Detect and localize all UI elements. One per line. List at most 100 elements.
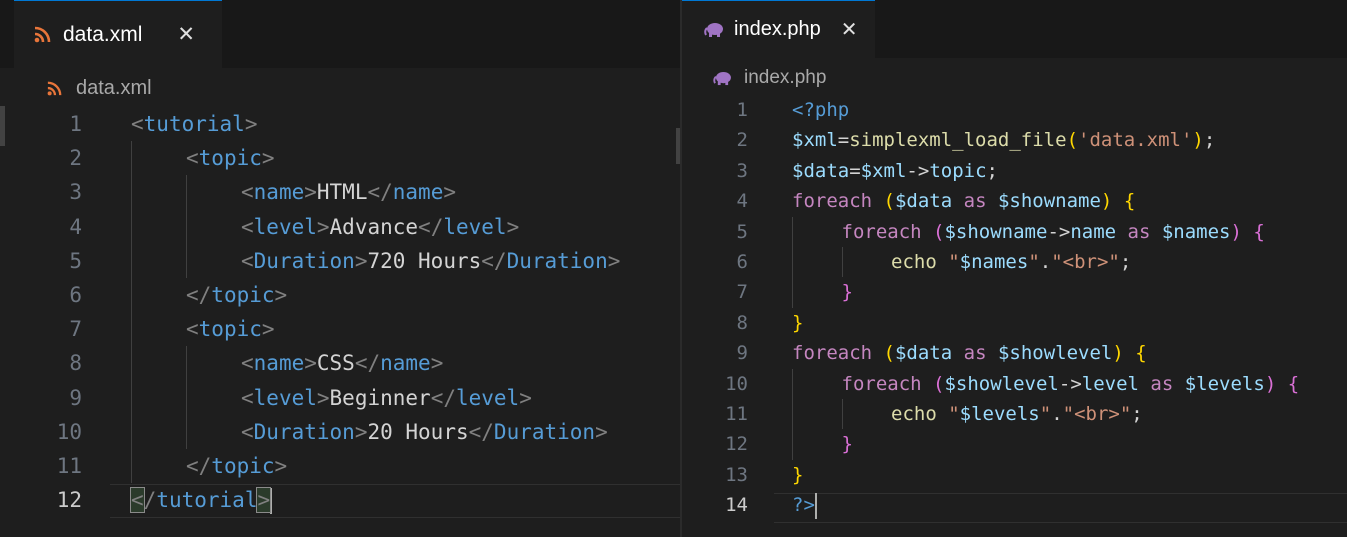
code-token: Advance	[329, 214, 419, 239]
code-line[interactable]: 11 echo "$levels"."<br>";	[682, 399, 1347, 430]
code-line[interactable]: 1 <tutorial>	[0, 107, 680, 141]
rss-icon	[34, 26, 51, 43]
code-line[interactable]: 14 ?>	[682, 490, 1347, 520]
code-line[interactable]: 6 echo "$names"."<br>";	[682, 247, 1347, 278]
code-token: as	[952, 190, 998, 213]
code-token: </	[468, 419, 494, 444]
code-token: tutorial	[143, 112, 245, 136]
line-number: 5	[736, 220, 748, 243]
indent-guide	[131, 175, 132, 210]
code-token: $data	[792, 159, 850, 182]
breadcrumb[interactable]: index.php	[713, 66, 826, 90]
code-line[interactable]: 4 <level>Advance</level>	[0, 209, 680, 244]
code-line[interactable]: 12 </tutorial>	[0, 483, 680, 517]
code-token: ;	[1203, 129, 1216, 152]
code-text: $xml=simplexml_load_file('data.xml');	[792, 125, 1215, 155]
code-token: $names	[959, 251, 1029, 273]
close-icon[interactable]: ✕	[841, 17, 858, 42]
code-token: echo	[891, 251, 937, 273]
code-line[interactable]: 9 foreach ($data as $showlevel) {	[682, 338, 1347, 368]
code-token: topic	[198, 146, 262, 171]
indent-guide	[131, 312, 132, 347]
code-token: >	[274, 454, 288, 478]
code-line[interactable]: 4 foreach ($data as $showname) {	[682, 186, 1347, 216]
breadcrumb-label: data.xml	[76, 76, 152, 99]
code-text: </tutorial>	[130, 483, 273, 517]
code-token: >	[261, 146, 275, 171]
indent-guide	[792, 216, 793, 247]
code-token: >	[256, 487, 272, 514]
code-line[interactable]: 10 <Duration>20 Hours</Duration>	[0, 414, 680, 449]
tab-data-xml[interactable]: data.xml ✕	[14, 0, 222, 68]
code-token: .	[1051, 403, 1063, 425]
code-line[interactable]: 6 </topic>	[0, 278, 680, 313]
code-token: <	[241, 180, 254, 205]
code-line[interactable]: 7 <topic>	[0, 312, 680, 347]
code-line[interactable]: 2 <topic>	[0, 141, 680, 176]
code-line[interactable]: 7}	[682, 277, 1347, 308]
tab-label: data.xml	[63, 22, 143, 46]
code-line[interactable]: 3 $data=$xml->topic;	[682, 156, 1347, 186]
code-token: topic	[211, 283, 275, 307]
code-line[interactable]: 8 <name>CSS</name>	[0, 346, 680, 381]
code-text: ?>	[792, 490, 817, 520]
breadcrumb[interactable]: data.xml	[47, 76, 152, 100]
code-token: level	[253, 214, 317, 239]
line-number: 2	[69, 146, 82, 171]
code-token: (	[1066, 129, 1079, 152]
editor-group-right: index.php ✕ index.php 1 <?php 2 $xml=simple…	[682, 0, 1347, 537]
code-token: "<br>"	[1062, 403, 1132, 425]
code-line[interactable]: 1 <?php	[682, 95, 1347, 125]
code-token: $showname	[997, 190, 1101, 213]
line-number: 5	[69, 248, 82, 273]
code-token: {	[1287, 372, 1300, 395]
line-number: 6	[69, 283, 82, 307]
code-line[interactable]: 5 <Duration>720 Hours</Duration>	[0, 243, 680, 278]
code-line[interactable]: 10 foreach ($showlevel->level as $levels)…	[682, 368, 1347, 399]
code-line[interactable]: 11 </topic>	[0, 449, 680, 484]
code-line[interactable]: 13}	[682, 460, 1347, 490]
code-token: level	[443, 214, 507, 239]
code-line[interactable]: 12}	[682, 429, 1347, 460]
php-elephant-icon	[713, 71, 732, 86]
code-editor[interactable]: 1 <tutorial> 2 <topic> 3 <name>HTML</name> 4 <l…	[0, 107, 680, 537]
code-token: {	[1253, 220, 1265, 243]
tab-index-php[interactable]: index.php ✕	[682, 0, 875, 58]
code-line[interactable]: 5 foreach ($showname->name as $names) {	[682, 216, 1347, 247]
indent-guide	[792, 247, 793, 278]
code-token: $showname	[944, 220, 1048, 243]
code-token: )	[1100, 190, 1113, 213]
indent-guide	[131, 141, 132, 176]
code-token: >	[244, 112, 258, 136]
line-number: 8	[736, 311, 748, 334]
code-token: <?php	[792, 99, 850, 121]
code-text: </topic>	[186, 278, 287, 312]
indent-guide	[186, 209, 187, 244]
code-text: <name>HTML</name>	[241, 175, 456, 209]
line-number: 10	[56, 419, 82, 444]
code-token: ->	[906, 159, 930, 182]
code-text: <level>Advance</level>	[241, 210, 519, 244]
indent-guide	[131, 346, 132, 381]
line-number: 1	[736, 99, 748, 121]
close-icon[interactable]: ✕	[177, 22, 195, 47]
breadcrumb-label: index.php	[744, 67, 827, 88]
code-token: CSS	[316, 351, 355, 376]
code-line[interactable]: 8}	[682, 308, 1347, 338]
code-token: )	[1112, 342, 1124, 365]
code-editor[interactable]: 1 <?php 2 $xml=simplexml_load_file('data.xm…	[682, 95, 1347, 537]
code-token: foreach	[841, 372, 922, 395]
code-token: )	[1230, 220, 1242, 243]
code-token: name	[253, 180, 305, 205]
code-token: Beginner	[329, 385, 431, 410]
code-line[interactable]: 3 <name>HTML</name>	[0, 175, 680, 210]
code-token: </	[481, 248, 507, 273]
code-token: (	[883, 342, 895, 365]
code-token: >	[607, 248, 621, 273]
code-line[interactable]: 2 $xml=simplexml_load_file('data.xml');	[682, 125, 1347, 155]
code-token: level	[455, 385, 520, 410]
code-token: >	[354, 419, 368, 444]
code-line[interactable]: 9 <level>Beginner</level>	[0, 380, 680, 415]
